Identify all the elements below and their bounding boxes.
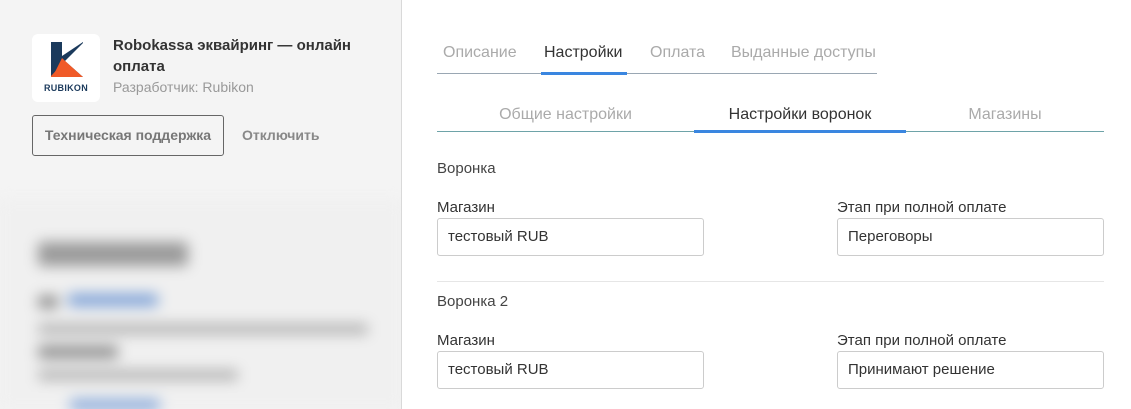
app-developer: Разработчик: Rubikon <box>113 79 254 95</box>
tab-description[interactable]: Описание <box>443 44 517 62</box>
tab-access[interactable]: Выданные доступы <box>731 44 876 62</box>
stage-input[interactable]: Переговоры <box>837 218 1104 256</box>
subtab-active-indicator <box>694 130 906 133</box>
stage-label: Этап при полной оплате <box>837 332 1007 349</box>
support-button[interactable]: Техническая поддержка <box>32 115 224 156</box>
subtab-stores[interactable]: Магазины <box>906 106 1104 124</box>
settings-subtabs: Общие настройки Настройки воронок Магази… <box>437 96 1104 133</box>
store-input[interactable]: тестовый RUB <box>437 351 704 389</box>
subtab-general[interactable]: Общие настройки <box>437 106 694 124</box>
tab-active-indicator <box>541 72 627 75</box>
blurred-content <box>0 200 401 409</box>
funnel-divider <box>437 281 1104 282</box>
funnel-title: Воронка <box>437 160 496 177</box>
rubikon-logo-icon <box>51 42 83 77</box>
tab-payment[interactable]: Оплата <box>650 44 705 62</box>
main-tabs: Описание Настройки Оплата Выданные досту… <box>437 36 877 75</box>
app-header: RUBIKON Robokassa эквайринг — онлайн опл… <box>0 0 401 200</box>
tab-settings[interactable]: Настройки <box>544 44 622 62</box>
disable-button[interactable]: Отключить <box>242 127 319 143</box>
store-label: Магазин <box>437 199 495 216</box>
app-title: Robokassa эквайринг — онлайн оплата <box>113 37 351 75</box>
store-label: Магазин <box>437 332 495 349</box>
stage-input[interactable]: Принимают решение <box>837 351 1104 389</box>
subtab-funnels[interactable]: Настройки воронок <box>694 106 906 124</box>
app-info-panel: RUBIKON Robokassa эквайринг — онлайн опл… <box>0 0 402 409</box>
app-logo: RUBIKON <box>32 34 100 102</box>
stage-label: Этап при полной оплате <box>837 199 1007 216</box>
funnel-title: Воронка 2 <box>437 293 509 310</box>
logo-text: RUBIKON <box>43 83 89 93</box>
store-input[interactable]: тестовый RUB <box>437 218 704 256</box>
